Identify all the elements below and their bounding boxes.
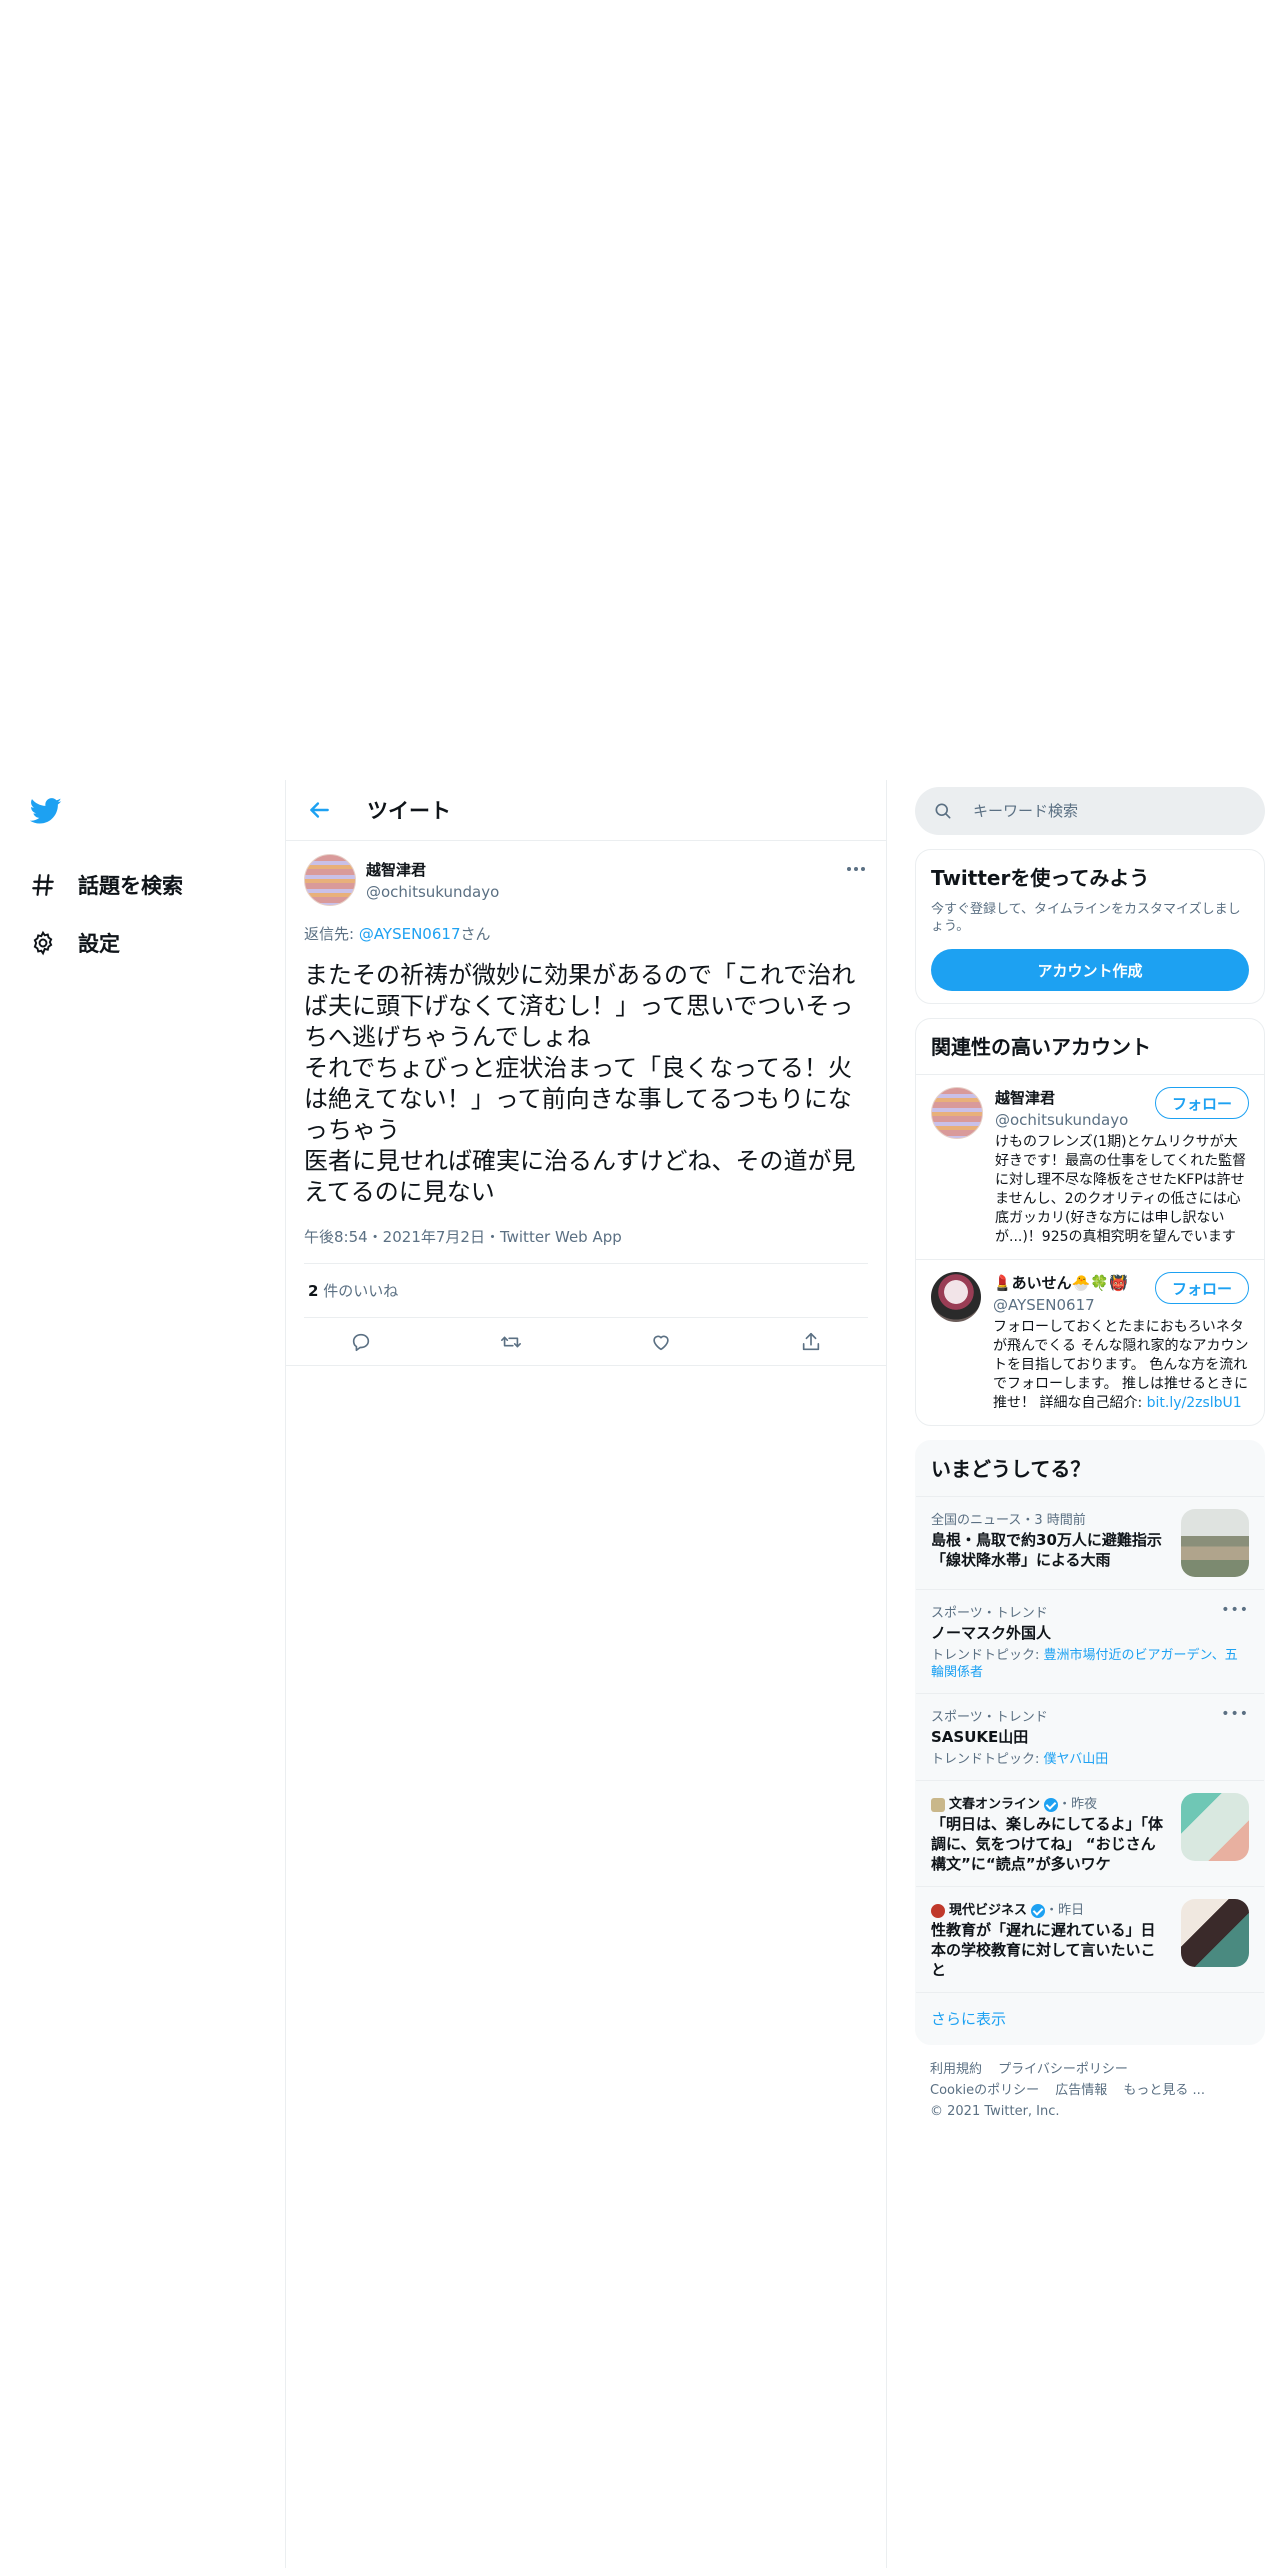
footer-link[interactable]: 利用規約 [930, 2062, 982, 2077]
trend-title: ノーマスク外国人 [931, 1624, 1052, 1642]
nav-settings[interactable]: 設定 [30, 914, 270, 972]
trend-title: 「明日は、楽しみにしてるよ」「体調に、気をつけてね」 “おじさん構文”に“読点”… [931, 1815, 1164, 1873]
footer: 利用規約 プライバシーポリシー Cookieのポリシー 広告情報 もっと見る .… [915, 2059, 1265, 2122]
likes-label: 件のいいね [318, 1282, 399, 1300]
trend-thumbnail [1181, 1509, 1249, 1577]
reply-icon[interactable] [350, 1331, 372, 1353]
reply-to-line: 返信先: @AYSEN0617さん [304, 923, 868, 944]
account-name[interactable]: 💄あいせん🐣🍀👹 [993, 1272, 1128, 1293]
trend-topic: トレンドトピック: 僕ヤバ山田 [931, 1751, 1249, 1768]
retweet-icon[interactable] [500, 1331, 522, 1353]
more-options-icon[interactable]: ••• [1221, 1602, 1249, 1618]
trend-item[interactable]: ••• スポーツ・トレンド ノーマスク外国人 トレンドトピック: 豊洲市場付近の… [916, 1589, 1264, 1693]
source-name: 文春オンライン [949, 1797, 1041, 1812]
reply-suffix: さん [460, 925, 491, 943]
search-bar[interactable] [915, 787, 1265, 835]
trend-topic-label: トレンドトピック: [931, 1648, 1044, 1663]
source-logo-icon [931, 1797, 945, 1812]
account-bio: フォローしておくとたまにおもろいネタが飛んでくる そんな隠れ家的なアカウントを目… [993, 1318, 1249, 1413]
footer-link[interactable]: もっと見る ... [1123, 2083, 1205, 2098]
footer-link[interactable]: Cookieのポリシー [930, 2083, 1039, 2098]
account-item[interactable]: 💄あいせん🐣🍀👹 @AYSEN0617 フォロー フォローしておくとたまにおもろ… [916, 1259, 1264, 1425]
author-handle: @ochitsukundayo [366, 883, 500, 901]
more-options-icon[interactable]: ••• [1221, 1706, 1249, 1722]
nav-settings-label: 設定 [78, 932, 120, 956]
trends-panel: いまどうしてる？ 全国のニュース・3 時間前 島根・鳥取で約30万人に避難指示「… [915, 1440, 1265, 2045]
trend-meta: スポーツ・トレンド [931, 1710, 1048, 1725]
trend-item[interactable]: 文春オンライン ・昨夜 「明日は、楽しみにしてるよ」「体調に、気をつけてね」 “… [916, 1780, 1264, 1886]
account-name[interactable]: 越智津君 [995, 1087, 1128, 1108]
back-arrow-icon[interactable] [306, 797, 332, 823]
search-icon [935, 803, 951, 819]
source-logo-icon [931, 1903, 945, 1918]
follow-button[interactable]: フォロー [1154, 1272, 1249, 1304]
trend-item[interactable]: 全国のニュース・3 時間前 島根・鳥取で約30万人に避難指示「線状降水帯」による… [916, 1496, 1264, 1589]
trend-source: 現代ビジネス ・昨日 [931, 1899, 1169, 1918]
avatar[interactable] [931, 1087, 983, 1139]
relevant-accounts: 関連性の高いアカウント 越智津君 @ochitsukundayo フォロー けも… [915, 1018, 1265, 1426]
nav-explore[interactable]: 話題を検索 [30, 856, 270, 914]
follow-button[interactable]: フォロー [1154, 1087, 1249, 1119]
trend-source: 文春オンライン ・昨夜 [931, 1793, 1169, 1812]
tweet-detail: 越智津君 @ochitsukundayo 返信先: @AYSEN0617さん ま… [286, 841, 886, 1366]
trend-item[interactable]: ••• スポーツ・トレンド SASUKE山田 トレンドトピック: 僕ヤバ山田 [916, 1693, 1264, 1780]
nav-explore-label: 話題を検索 [78, 874, 183, 898]
trend-title: 性教育が「遅れに遅れている」日本の学校教育に対して言いたいこと [931, 1921, 1156, 1979]
reply-prefix: 返信先: [304, 925, 359, 943]
trend-topic: トレンドトピック: 豊洲市場付近のビアガーデン、五輪関係者 [931, 1647, 1249, 1681]
gear-icon [33, 930, 53, 956]
hashtag-icon [32, 874, 54, 896]
account-bio: けものフレンズ(1期)とケムリクサが大好きです！最高の仕事をしてくれた監督に対し… [995, 1134, 1247, 1245]
main-column: ツイート 越智津君 @ochitsukundayo 返信先: @AYSEN061… [285, 780, 887, 2568]
trends-title: いまどうしてる？ [931, 1457, 1091, 1481]
verified-badge-icon [1031, 1903, 1046, 1918]
copyright: © 2021 Twitter, Inc. [930, 2104, 1060, 2119]
twitter-logo-icon[interactable] [29, 795, 62, 827]
share-icon[interactable] [800, 1331, 822, 1353]
trend-title: 島根・鳥取で約30万人に避難指示「線状降水帯」による大雨 [931, 1531, 1162, 1569]
trend-item[interactable]: 現代ビジネス ・昨日 性教育が「遅れに遅れている」日本の学校教育に対して言いたい… [916, 1886, 1264, 1992]
avatar[interactable] [931, 1272, 981, 1322]
avatar[interactable] [304, 854, 356, 906]
signup-description: 今すぐ登録して、タイムラインをカスタマイズしましょう。 [931, 902, 1241, 934]
footer-link[interactable]: 広告情報 [1055, 2083, 1107, 2098]
search-input[interactable] [971, 801, 1235, 821]
like-heart-icon[interactable] [650, 1331, 672, 1353]
source-name: 現代ビジネス [949, 1903, 1028, 1918]
left-nav: 話題を検索 設定 [29, 795, 270, 972]
reply-to-link[interactable]: @AYSEN0617 [359, 925, 461, 943]
trend-thumbnail [1181, 1793, 1249, 1861]
create-account-button[interactable]: アカウント作成 [931, 949, 1249, 991]
likes-count[interactable]: 2 件のいいね [304, 1264, 868, 1318]
source-time: ・昨夜 [1058, 1797, 1098, 1812]
signup-card: Twitterを使ってみよう 今すぐ登録して、タイムラインをカスタマイズしましょ… [915, 849, 1265, 1004]
show-more-link[interactable]: さらに表示 [916, 1992, 1264, 2044]
likes-number: 2 [308, 1282, 319, 1300]
trend-title: SASUKE山田 [931, 1728, 1029, 1746]
author-name[interactable]: 越智津君 [366, 859, 499, 880]
tweet-actions [286, 1318, 886, 1366]
right-sidebar: Twitterを使ってみよう 今すぐ登録して、タイムラインをカスタマイズしましょ… [915, 787, 1265, 2122]
account-handle: @ochitsukundayo [995, 1111, 1129, 1129]
more-options-icon[interactable] [844, 859, 868, 879]
trend-topic-link[interactable]: 僕ヤバ山田 [1044, 1752, 1109, 1767]
footer-link[interactable]: プライバシーポリシー [998, 2062, 1128, 2077]
signup-title: Twitterを使ってみよう [931, 866, 1150, 890]
trend-topic-label: トレンドトピック: [931, 1752, 1044, 1767]
tweet-text: またその祈祷が微妙に効果があるので「これで治れば夫に頭下げなくて済むし！」って思… [304, 961, 856, 1206]
source-time: ・昨日 [1045, 1903, 1085, 1918]
tweet-author[interactable]: 越智津君 @ochitsukundayo [304, 853, 868, 907]
trend-thumbnail [1181, 1899, 1249, 1967]
relevant-title: 関連性の高いアカウント [931, 1035, 1151, 1059]
account-item[interactable]: 越智津君 @ochitsukundayo フォロー けものフレンズ(1期)とケム… [916, 1074, 1264, 1259]
trend-meta: 全国のニュース・3 時間前 [931, 1513, 1086, 1528]
verified-badge-icon [1044, 1797, 1059, 1812]
bio-link[interactable]: bit.ly/2zslbU1 [1147, 1395, 1242, 1411]
tweet-header: ツイート [286, 780, 886, 841]
page-title: ツイート [367, 799, 451, 823]
account-handle: @AYSEN0617 [993, 1296, 1095, 1314]
tweet-timestamp[interactable]: 午後8:54・2021年7月2日・Twitter Web App [304, 1226, 868, 1264]
trend-meta: スポーツ・トレンド [931, 1606, 1048, 1621]
